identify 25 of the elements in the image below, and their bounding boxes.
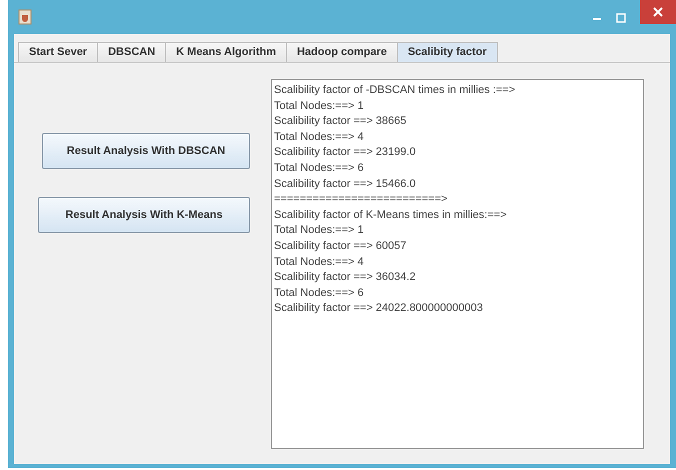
- tab[interactable]: Hadoop compare: [286, 42, 398, 62]
- output-line: Total Nodes:==> 1: [274, 98, 365, 114]
- output-line: Total Nodes:==> 6: [274, 160, 365, 176]
- output-line: Scalibility factor ==> 15466.0: [274, 176, 417, 192]
- analysis-button[interactable]: Result Analysis With K-Means: [38, 197, 250, 233]
- output-line: Scalibility factor of -DBSCAN times in millies :==>: [274, 83, 516, 98]
- output-line: Scalibility factor ==> 23199.0: [274, 145, 417, 160]
- maximize-icon[interactable]: [616, 13, 626, 23]
- output-line: Scalibility factor ==> 60057: [274, 238, 408, 254]
- analysis-button[interactable]: Result Analysis With DBSCAN: [42, 133, 250, 169]
- tab[interactable]: DBSCAN: [97, 42, 166, 62]
- output-line: Total Nodes:==> 6: [274, 286, 365, 301]
- tab[interactable]: Scalibity factor: [396, 42, 498, 62]
- tab[interactable]: K Means Algorithm: [165, 42, 287, 62]
- tab[interactable]: Start Sever: [18, 42, 98, 62]
- output-line: Total Nodes:==> 4: [274, 254, 365, 270]
- output-line: Scalibility factor ==> 38665: [274, 114, 408, 130]
- close-icon: [653, 7, 663, 17]
- output-line: ==========================>: [274, 192, 448, 208]
- output-line: Scalibility factor of K-Means times in millies:==>: [274, 208, 508, 223]
- output-line: Scalibility factor ==> 36034.2: [274, 270, 417, 286]
- close-button[interactable]: [640, 0, 676, 24]
- output-line: Total Nodes:==> 1: [274, 223, 365, 238]
- output-line: Total Nodes:==> 4: [274, 130, 365, 145]
- output-line: Scalibility factor ==> 24022.800000000003: [274, 301, 484, 316]
